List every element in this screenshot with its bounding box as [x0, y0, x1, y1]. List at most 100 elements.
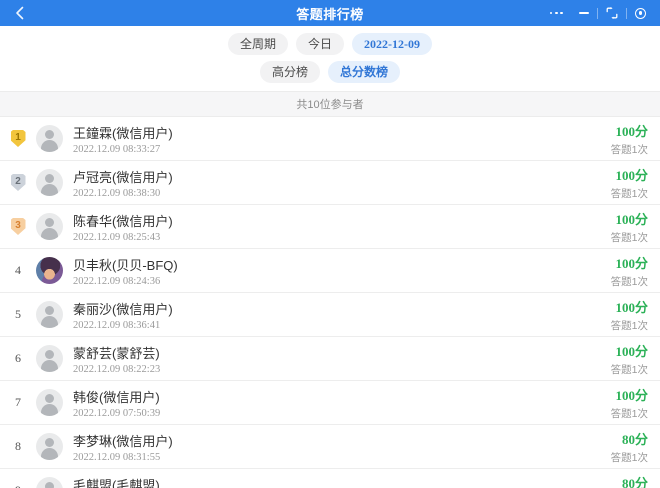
answer-timestamp: 2022.12.09 08:31:55 [73, 452, 611, 463]
minimize-button[interactable] [571, 0, 597, 26]
period-tab-2[interactable]: 2022-12-09 [352, 33, 432, 55]
user-info: 卢冠亮(微信用户) 2022.12.09 08:38:30 [73, 167, 611, 199]
score-block: 100分 答题1次 [611, 341, 648, 377]
score-value: 100分 [611, 253, 648, 272]
rank-badge: 1 [11, 130, 26, 147]
avatar-placeholder-icon [36, 345, 63, 372]
participants-bar: 共10位参与者 [0, 91, 660, 117]
user-info: 王鐘霖(微信用户) 2022.12.09 08:33:27 [73, 123, 611, 155]
rank: 3 [0, 218, 36, 235]
attempt-count: 答题1次 [611, 406, 648, 421]
user-name: 贝丰秋(贝贝-BFQ) [73, 255, 611, 274]
user-name: 陈春华(微信用户) [73, 211, 611, 230]
rank: 5 [0, 307, 36, 322]
board-tab-1[interactable]: 总分数榜 [328, 61, 400, 83]
avatar-placeholder-icon [36, 389, 63, 416]
rank: 1 [0, 130, 36, 147]
rank-number: 7 [15, 395, 21, 410]
relaunch-button[interactable] [598, 0, 626, 26]
leaderboard-list: 1 王鐘霖(微信用户) 2022.12.09 08:33:27 100分 答题1… [0, 117, 660, 488]
score-value: 100分 [611, 165, 648, 184]
score-value: 100分 [611, 297, 648, 316]
answer-timestamp: 2022.12.09 08:38:30 [73, 188, 611, 199]
avatar-placeholder-icon [36, 433, 63, 460]
user-name: 卢冠亮(微信用户) [73, 167, 611, 186]
leaderboard-row: 3 陈春华(微信用户) 2022.12.09 08:25:43 100分 答题1… [0, 205, 660, 249]
answer-timestamp: 2022.12.09 08:36:41 [73, 320, 611, 331]
leaderboard-row: 2 卢冠亮(微信用户) 2022.12.09 08:38:30 100分 答题1… [0, 161, 660, 205]
score-value: 100分 [611, 121, 648, 140]
score-block: 80分 答题1次 [611, 429, 648, 465]
attempt-count: 答题1次 [611, 318, 648, 333]
score-block: 100分 答题1次 [611, 297, 648, 333]
score-value: 80分 [611, 429, 648, 448]
rank: 4 [0, 263, 36, 278]
user-name: 蒙舒芸(蒙舒芸) [73, 343, 611, 362]
period-tab-1[interactable]: 今日 [296, 33, 344, 55]
chevron-left-icon [15, 6, 24, 20]
leaderboard-row: 4 贝丰秋(贝贝-BFQ) 2022.12.09 08:24:36 100分 答… [0, 249, 660, 293]
user-info: 陈春华(微信用户) 2022.12.09 08:25:43 [73, 211, 611, 243]
score-block: 80分 答题1次 [611, 473, 648, 488]
score-value: 100分 [611, 209, 648, 228]
leaderboard-row: 6 蒙舒芸(蒙舒芸) 2022.12.09 08:22:23 100分 答题1次 [0, 337, 660, 381]
participants-count: 共10位参与者 [296, 96, 363, 112]
rank: 9 [0, 483, 36, 488]
score-value: 100分 [611, 385, 648, 404]
window-controls [542, 0, 654, 26]
attempt-count: 答题1次 [611, 142, 648, 157]
period-tab-0[interactable]: 全周期 [228, 33, 288, 55]
title-bar: 答题排行榜 [0, 0, 660, 26]
score-block: 100分 答题1次 [611, 209, 648, 245]
avatar-placeholder-icon [36, 301, 63, 328]
score-block: 100分 答题1次 [611, 165, 648, 201]
avatar-placeholder-icon [36, 477, 63, 488]
more-button[interactable] [542, 0, 571, 26]
rank: 2 [0, 174, 36, 191]
score-block: 100分 答题1次 [611, 385, 648, 421]
avatar-placeholder-icon [36, 213, 63, 240]
rank: 7 [0, 395, 36, 410]
leaderboard-row: 5 秦丽沙(微信用户) 2022.12.09 08:36:41 100分 答题1… [0, 293, 660, 337]
user-name: 王鐘霖(微信用户) [73, 123, 611, 142]
avatar-photo [36, 257, 63, 284]
back-button[interactable] [8, 0, 30, 26]
answer-timestamp: 2022.12.09 08:33:27 [73, 144, 611, 155]
board-tabs: 高分榜总分数榜 [0, 61, 660, 83]
user-info: 韩俊(微信用户) 2022.12.09 07:50:39 [73, 387, 611, 419]
avatar-placeholder-icon [36, 169, 63, 196]
period-tabs: 全周期今日 2022-12-09 [0, 33, 660, 55]
circle-dot-icon [635, 8, 646, 19]
user-info: 李梦琳(微信用户) 2022.12.09 08:31:55 [73, 431, 611, 463]
user-info: 贝丰秋(贝贝-BFQ) 2022.12.09 08:24:36 [73, 255, 611, 287]
three-dots-icon [550, 12, 563, 15]
rank-number: 6 [15, 351, 21, 366]
rank-number: 9 [15, 483, 21, 488]
rank: 8 [0, 439, 36, 454]
rank-badge: 3 [11, 218, 26, 235]
leaderboard-row: 1 王鐘霖(微信用户) 2022.12.09 08:33:27 100分 答题1… [0, 117, 660, 161]
score-block: 100分 答题1次 [611, 121, 648, 157]
attempt-count: 答题1次 [611, 274, 648, 289]
answer-timestamp: 2022.12.09 08:24:36 [73, 276, 611, 287]
user-name: 李梦琳(微信用户) [73, 431, 611, 450]
leaderboard-row: 8 李梦琳(微信用户) 2022.12.09 08:31:55 80分 答题1次 [0, 425, 660, 469]
score-value: 100分 [611, 341, 648, 360]
leaderboard-row: 9 毛麒盟(毛麒盟) 2022.12.09 08:29:19 80分 答题1次 [0, 469, 660, 488]
user-name: 毛麒盟(毛麒盟) [73, 475, 611, 488]
exit-button[interactable] [627, 0, 654, 26]
attempt-count: 答题1次 [611, 186, 648, 201]
score-value: 80分 [611, 473, 648, 488]
user-info: 秦丽沙(微信用户) 2022.12.09 08:36:41 [73, 299, 611, 331]
attempt-count: 答题1次 [611, 362, 648, 377]
minimize-icon [579, 12, 589, 14]
attempt-count: 答题1次 [611, 450, 648, 465]
answer-timestamp: 2022.12.09 08:22:23 [73, 364, 611, 375]
user-info: 毛麒盟(毛麒盟) 2022.12.09 08:29:19 [73, 475, 611, 488]
board-tab-0[interactable]: 高分榜 [260, 61, 320, 83]
filter-section: 全周期今日 2022-12-09 高分榜总分数榜 [0, 26, 660, 91]
leaderboard-row: 7 韩俊(微信用户) 2022.12.09 07:50:39 100分 答题1次 [0, 381, 660, 425]
user-info: 蒙舒芸(蒙舒芸) 2022.12.09 08:22:23 [73, 343, 611, 375]
rank-badge: 2 [11, 174, 26, 191]
answer-timestamp: 2022.12.09 08:25:43 [73, 232, 611, 243]
